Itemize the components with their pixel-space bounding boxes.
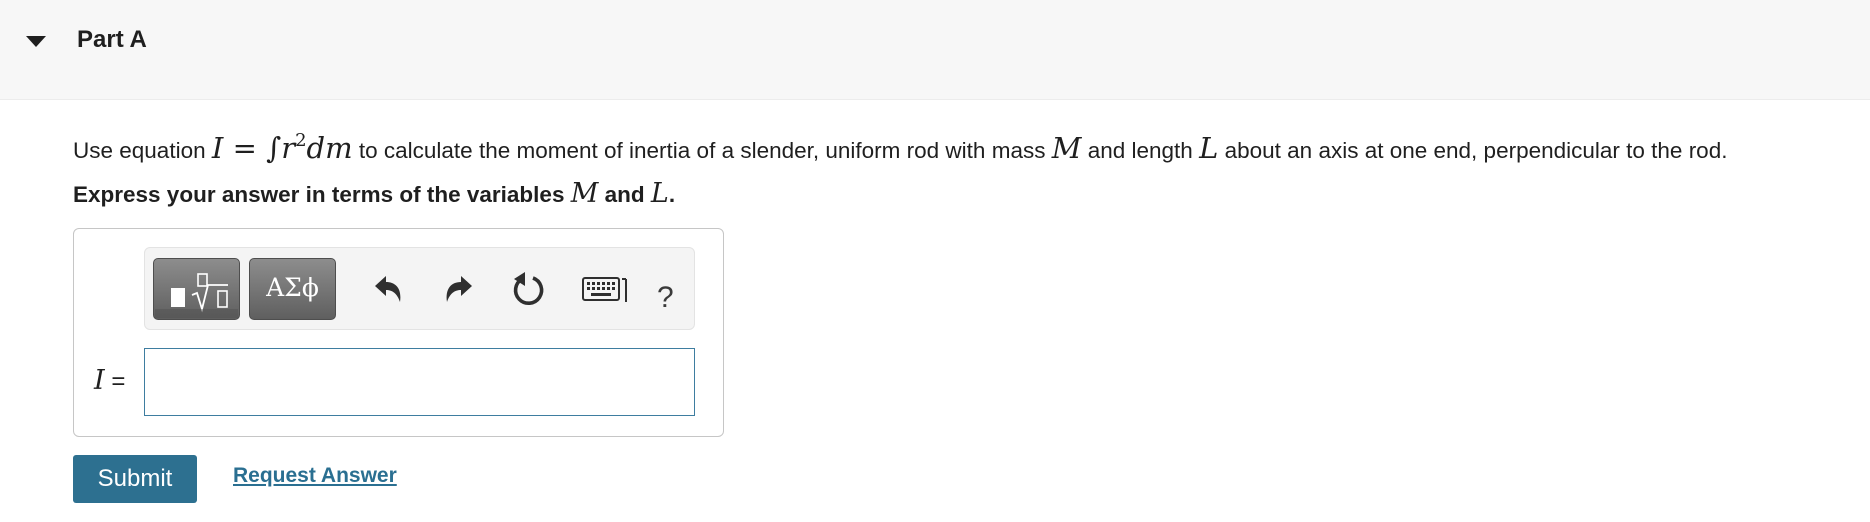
reset-icon[interactable] — [509, 270, 547, 308]
instruction-var-m: M — [570, 178, 599, 209]
answer-variable: I — [94, 365, 105, 396]
equation-r: r — [281, 131, 296, 165]
answer-variable-label: I = — [94, 365, 125, 396]
part-header: Part A — [0, 0, 1870, 100]
caret-down-icon[interactable] — [24, 30, 48, 54]
request-answer-link[interactable]: Request Answer — [233, 464, 397, 488]
help-button[interactable]: ? — [657, 281, 674, 315]
equation-exponent: 2 — [295, 130, 307, 151]
submit-button[interactable]: Submit — [73, 455, 197, 503]
keyboard-icon[interactable] — [581, 273, 633, 307]
part-title: Part A — [77, 26, 147, 53]
answer-equals: = — [111, 368, 126, 395]
math-toolbar: ΑΣϕ ? — [144, 247, 695, 330]
question-and: and length — [1087, 138, 1193, 163]
question-middle: to calculate the moment of inertia of a … — [358, 138, 1046, 163]
equation-dm: dm — [306, 131, 353, 165]
instruction-and: and — [604, 182, 645, 207]
variable-m: M — [1051, 131, 1082, 165]
undo-icon[interactable] — [371, 270, 405, 308]
templates-icon — [155, 273, 238, 318]
answer-box: ΑΣϕ ? I = — [73, 228, 724, 437]
templates-button[interactable] — [153, 258, 240, 320]
question-suffix: about an axis at one end, perpendicular … — [1224, 138, 1728, 163]
redo-icon[interactable] — [442, 270, 476, 308]
answer-instruction: Express your answer in terms of the vari… — [73, 177, 675, 212]
instruction-period: . — [668, 182, 676, 207]
equation: I = ∫r2dm — [211, 130, 353, 165]
greek-symbols-button[interactable]: ΑΣϕ — [249, 258, 336, 320]
question-prefix: Use equation — [73, 138, 206, 163]
equation-integral: = ∫ — [232, 131, 282, 165]
answer-input[interactable] — [144, 348, 695, 416]
instruction-prefix: Express your answer in terms of the vari… — [73, 182, 565, 207]
greek-symbols-label: ΑΣϕ — [266, 273, 319, 302]
equation-var: I — [211, 131, 224, 165]
variable-l: L — [1199, 131, 1219, 165]
instruction-var-l: L — [650, 178, 669, 209]
question-text: Use equation I = ∫r2dm to calculate the … — [73, 124, 1727, 168]
